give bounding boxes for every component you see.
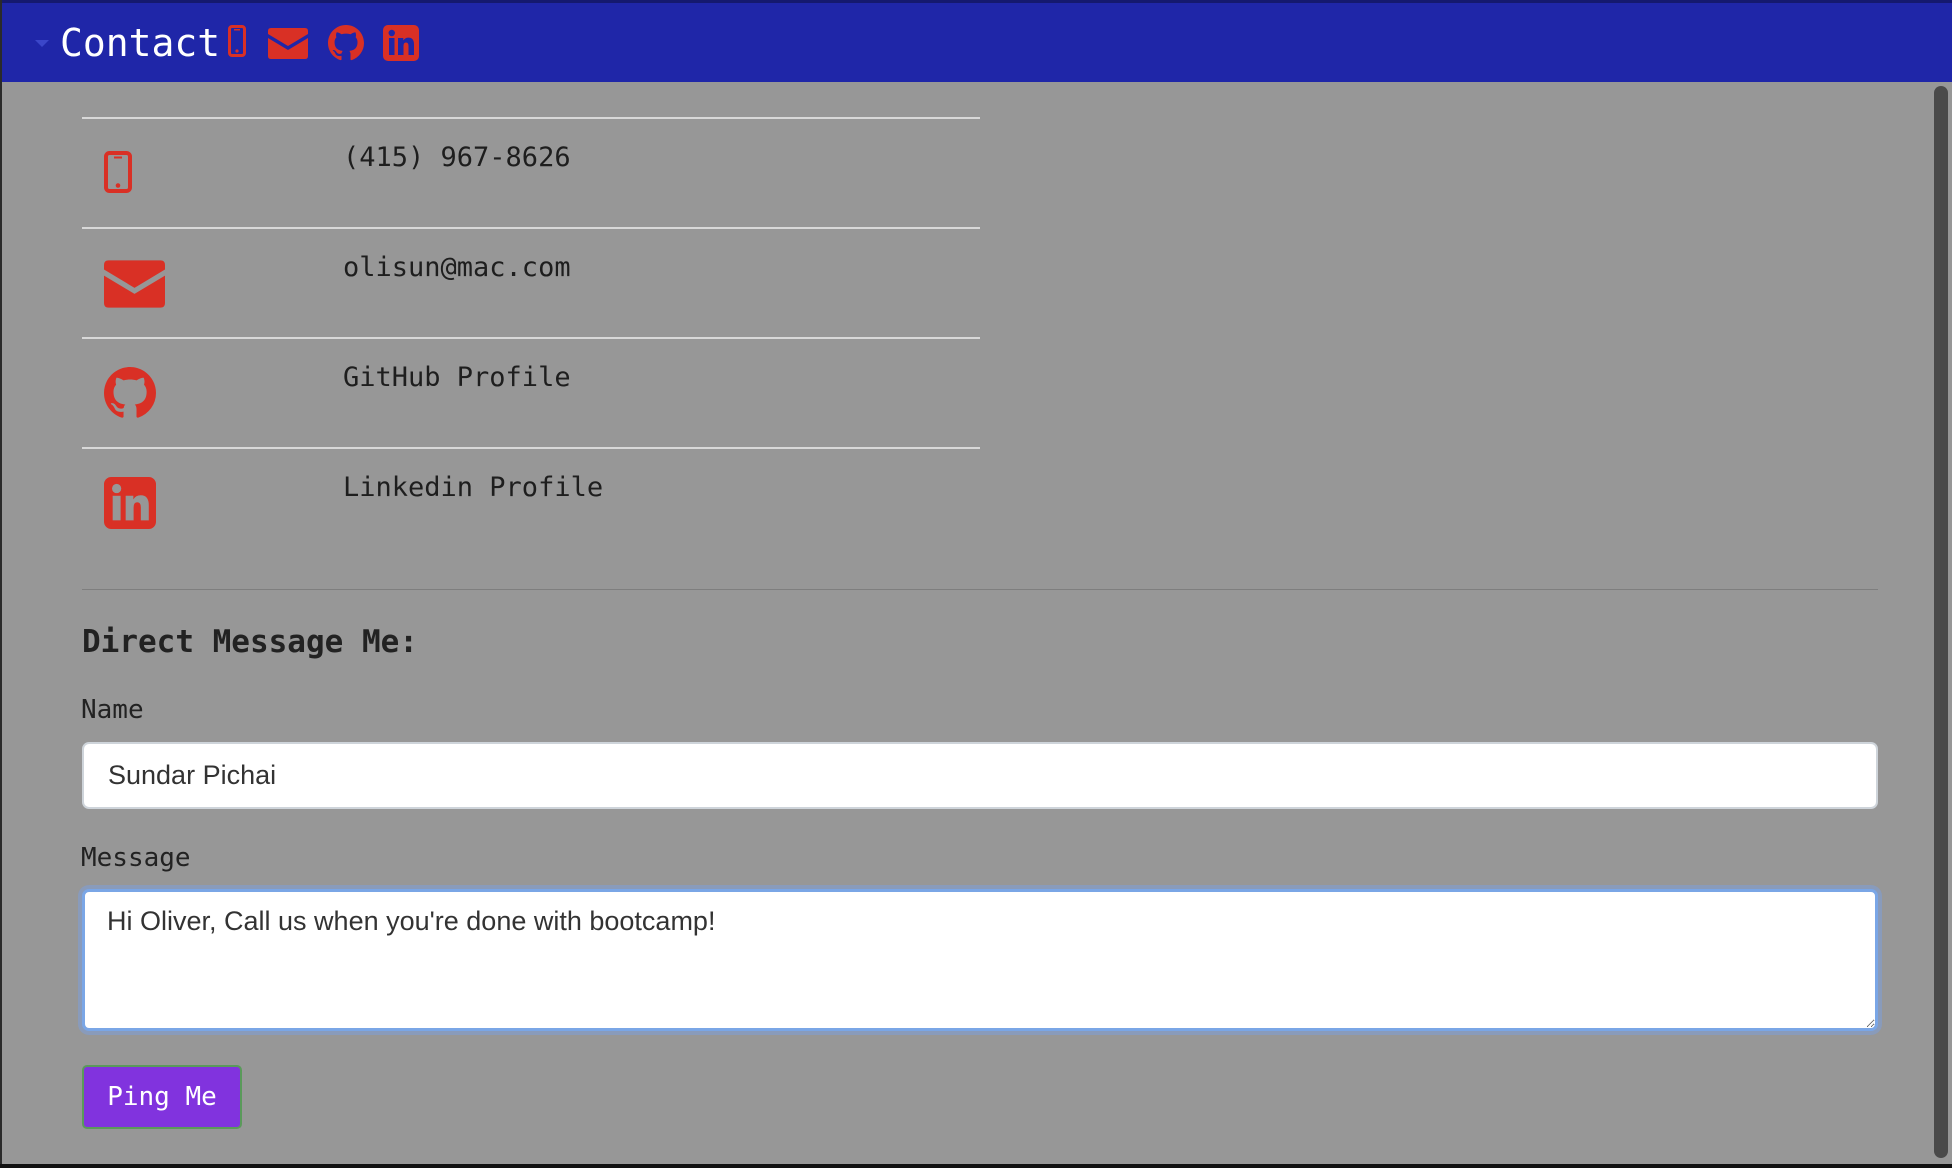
contact-header[interactable]: Contact — [2, 0, 1952, 82]
scrollbar[interactable] — [1934, 86, 1948, 1158]
collapse-caret-icon[interactable] — [35, 40, 49, 47]
header-title: Contact — [60, 21, 221, 65]
github-icon[interactable] — [328, 25, 364, 63]
section-divider — [82, 589, 1878, 590]
linkedin-icon — [104, 477, 156, 533]
message-textarea[interactable]: Hi Oliver, Call us when you're done with… — [82, 889, 1878, 1031]
contact-row-phone: (415) 967-8626 — [82, 117, 980, 227]
name-label: Name — [81, 695, 144, 725]
envelope-icon — [104, 260, 165, 312]
page: Contact (415) 967-8626 olisun@mac.com Gi… — [0, 0, 1952, 1164]
direct-message-heading: Direct Message Me: — [82, 624, 418, 660]
contact-row-github: GitHub Profile — [82, 337, 980, 447]
contact-row-linkedin: Linkedin Profile — [82, 447, 980, 557]
contact-row-email: olisun@mac.com — [82, 227, 980, 337]
email-link[interactable]: olisun@mac.com — [343, 251, 571, 285]
phone-link[interactable]: (415) 967-8626 — [343, 141, 571, 175]
name-input[interactable] — [82, 742, 1878, 809]
phone-icon — [104, 151, 132, 197]
contact-list: (415) 967-8626 olisun@mac.com GitHub Pro… — [82, 117, 980, 557]
phone-icon[interactable] — [228, 25, 246, 63]
linkedin-icon[interactable] — [383, 25, 419, 63]
github-profile-link[interactable]: GitHub Profile — [343, 361, 571, 395]
message-label: Message — [81, 843, 191, 873]
ping-me-button[interactable]: Ping Me — [82, 1065, 242, 1129]
linkedin-profile-link[interactable]: Linkedin Profile — [343, 471, 603, 505]
github-icon — [104, 367, 156, 423]
envelope-icon[interactable] — [268, 28, 308, 66]
window-bottom-edge — [0, 1164, 1952, 1168]
